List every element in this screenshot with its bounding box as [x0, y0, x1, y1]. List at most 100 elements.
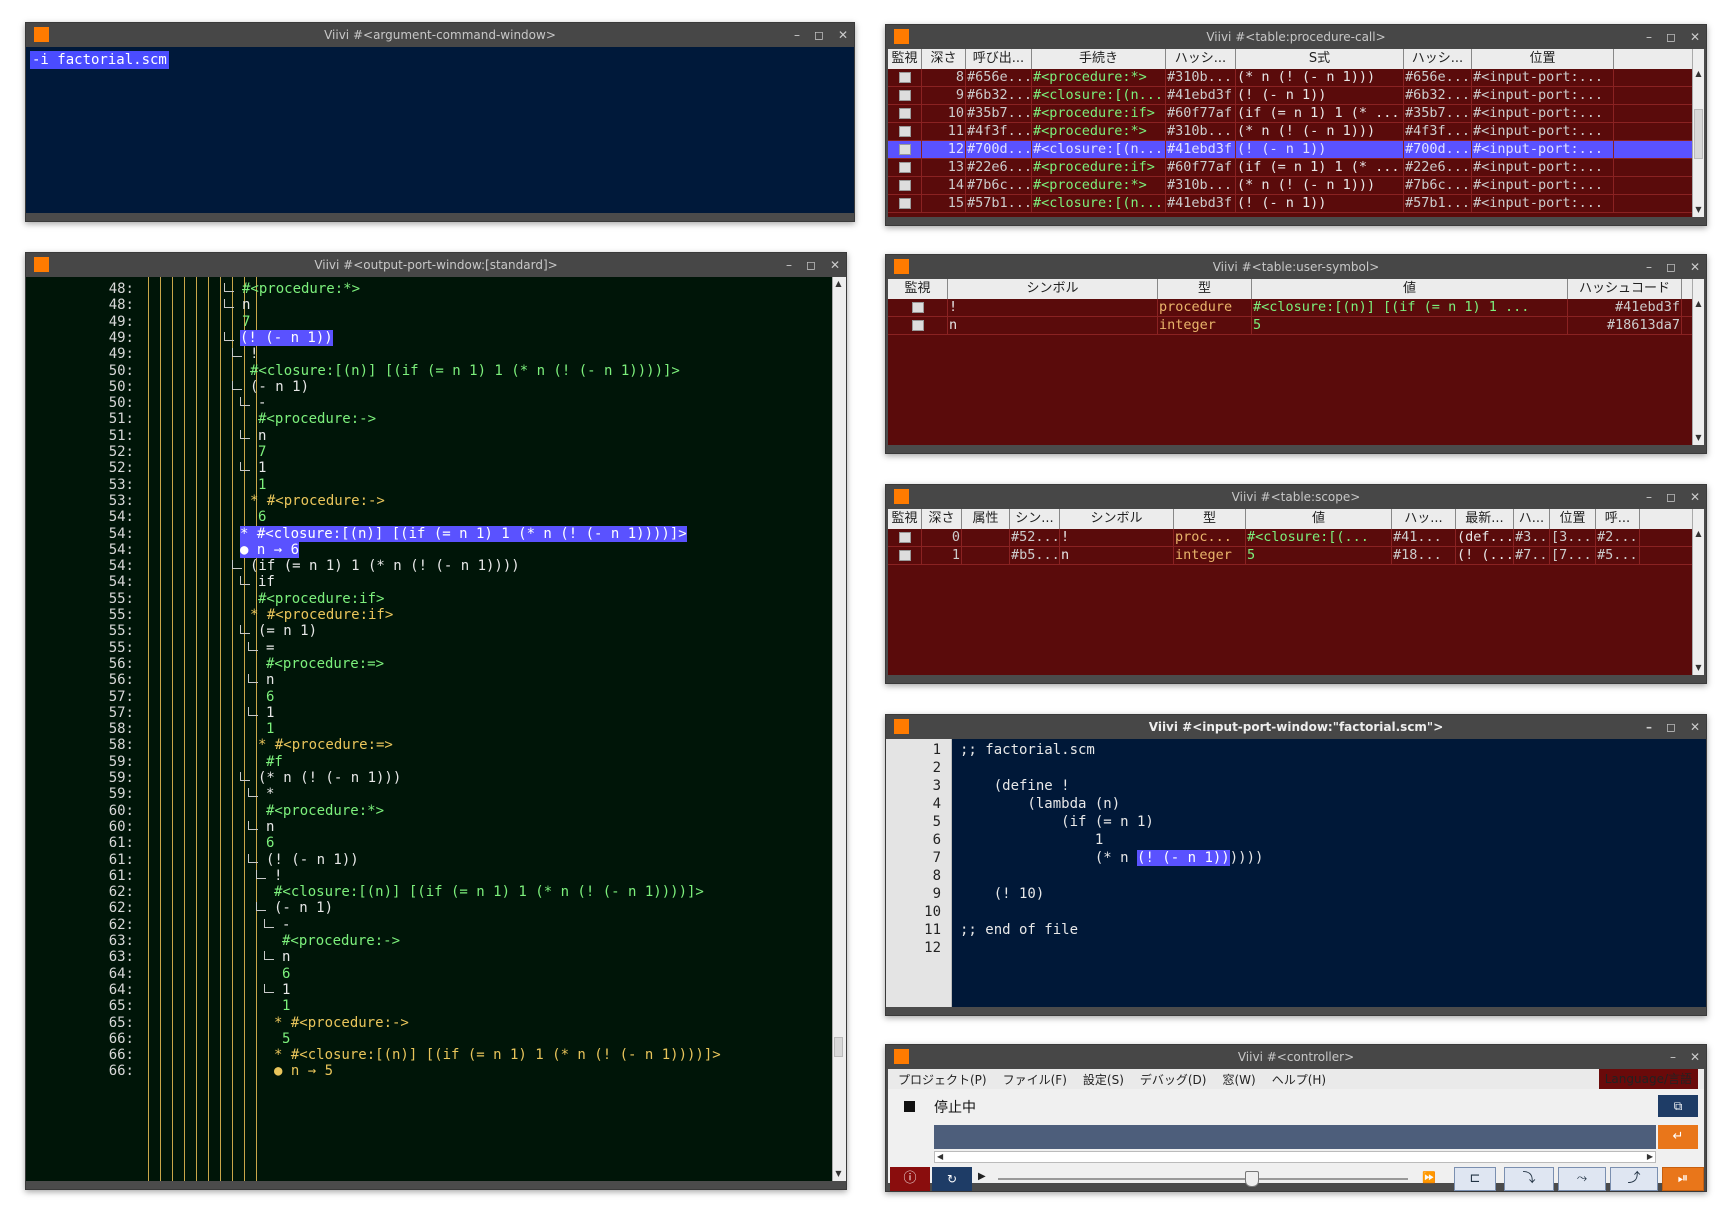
fast-forward-icon[interactable]: ⏩: [1422, 1171, 1436, 1184]
watch-checkbox[interactable]: [898, 126, 911, 137]
table-row[interactable]: 13 #22e6... #<procedure:if> #60f77af (if (= …: [888, 159, 1692, 177]
scroll-up-icon[interactable]: ▲: [1693, 69, 1704, 81]
scroll-down-icon[interactable]: ▼: [1693, 663, 1704, 675]
watch-checkbox[interactable]: [911, 302, 924, 313]
close-icon[interactable]: ✕: [1690, 715, 1700, 739]
title-bar[interactable]: Viivi #<input-port-window:"factorial.scm…: [886, 715, 1706, 739]
watch-cell[interactable]: [888, 123, 922, 140]
watch-checkbox[interactable]: [898, 90, 911, 101]
watch-checkbox[interactable]: [898, 180, 911, 191]
enter-button[interactable]: ↵: [1658, 1125, 1698, 1149]
menu-file[interactable]: ファイル(F): [1003, 1071, 1067, 1088]
table-row[interactable]: 12 #700d... #<closure:[(n... #41ebd3f (! (- …: [888, 141, 1692, 159]
watch-cell[interactable]: [888, 317, 948, 334]
menu-help[interactable]: ヘルプ(H): [1272, 1071, 1326, 1088]
watch-cell[interactable]: [888, 177, 922, 194]
table-row[interactable]: ! procedure #<closure:[(n)] [(if (= n 1) 1…: [888, 299, 1692, 317]
speed-slider[interactable]: [998, 1178, 1408, 1180]
title-bar[interactable]: Viivi #<argument-command-window> – ◻ ✕: [26, 23, 854, 47]
watch-cell[interactable]: [888, 195, 922, 212]
title-bar[interactable]: Viivi #<table:scope> – ◻ ✕: [886, 485, 1706, 509]
step-in-button[interactable]: ⤳: [1558, 1167, 1606, 1191]
column-header[interactable]: S式: [1236, 49, 1404, 69]
play-small-icon[interactable]: ▶: [978, 1171, 986, 1182]
table-row[interactable]: n integer 5 #18613da7: [888, 317, 1692, 335]
close-icon[interactable]: ✕: [1690, 485, 1700, 509]
watch-cell[interactable]: [888, 87, 922, 104]
column-header[interactable]: シンボル: [948, 279, 1158, 299]
close-icon[interactable]: ✕: [1690, 255, 1700, 279]
close-icon[interactable]: ✕: [838, 23, 848, 47]
scroll-thumb[interactable]: [834, 1037, 843, 1057]
title-bar[interactable]: Viivi #<output-port-window:[standard]> –…: [26, 253, 846, 277]
scroll-left-icon[interactable]: ◀: [937, 1152, 943, 1162]
minimize-icon[interactable]: –: [786, 253, 792, 277]
step-back-button[interactable]: ⊏: [1454, 1167, 1496, 1191]
menu-project[interactable]: プロジェクト(P): [898, 1071, 987, 1088]
horizontal-scrollbar[interactable]: ◀ ▶: [934, 1151, 1656, 1163]
menu-settings[interactable]: 設定(S): [1083, 1071, 1124, 1088]
scroll-thumb[interactable]: [1694, 109, 1703, 159]
source-editor[interactable]: 1 2 3 4 5 6 7 8 9 10 11 12 ;; factorial.scm (define…: [886, 739, 1706, 1007]
minimize-icon[interactable]: –: [1670, 1045, 1676, 1069]
table-row[interactable]: 8 #656e... #<procedure:*> #310b... (* n (! (…: [888, 69, 1692, 87]
watch-cell[interactable]: [888, 141, 922, 158]
scroll-down-icon[interactable]: ▼: [833, 1169, 844, 1181]
table-scrollbar[interactable]: ▲ ▼: [1692, 509, 1704, 675]
output-trace[interactable]: 48: #<procedure:*> 48: n 49: 7 49: (! (- n 1)) 4…: [26, 277, 832, 1181]
scroll-up-icon[interactable]: ▲: [833, 279, 844, 291]
language-button[interactable]: Language/言語: [1598, 1069, 1698, 1089]
output-scrollbar[interactable]: ▲ ▼: [832, 277, 846, 1181]
column-header[interactable]: ハッシ...: [1166, 49, 1236, 69]
column-header[interactable]: 呼...: [1596, 509, 1640, 529]
command-editor[interactable]: -i factorial.scm: [26, 47, 854, 213]
step-out-button[interactable]: ⤴: [1610, 1167, 1658, 1191]
column-header[interactable]: 属性: [962, 509, 1010, 529]
watch-checkbox[interactable]: [898, 108, 911, 119]
run-pause-button[interactable]: ⏯: [1662, 1167, 1704, 1191]
maximize-icon[interactable]: ◻: [806, 253, 816, 277]
table-row[interactable]: 15 #57b1... #<closure:[(n... #41ebd3f (! (- …: [888, 195, 1692, 213]
column-header[interactable]: ハッシ...: [1404, 49, 1472, 69]
scroll-right-icon[interactable]: ▶: [1647, 1152, 1653, 1162]
column-header[interactable]: 監視: [888, 279, 948, 299]
column-header[interactable]: 値: [1246, 509, 1392, 529]
menu-debug[interactable]: デバッグ(D): [1140, 1071, 1207, 1088]
column-header[interactable]: シンボル: [1060, 509, 1174, 529]
close-icon[interactable]: ✕: [830, 253, 840, 277]
scroll-up-icon[interactable]: ▲: [1693, 529, 1704, 541]
column-header[interactable]: 呼び出...: [966, 49, 1032, 69]
minimize-icon[interactable]: –: [1646, 255, 1652, 279]
column-header[interactable]: 値: [1252, 279, 1568, 299]
maximize-icon[interactable]: ◻: [1666, 485, 1676, 509]
maximize-icon[interactable]: ◻: [1666, 255, 1676, 279]
column-header[interactable]: 型: [1158, 279, 1252, 299]
title-bar[interactable]: Viivi #<controller> – ✕: [886, 1045, 1706, 1069]
watch-cell[interactable]: [888, 299, 948, 316]
copy-button[interactable]: ⧉: [1658, 1095, 1698, 1117]
column-header[interactable]: 位置: [1472, 49, 1614, 69]
table-row[interactable]: 11 #4f3f... #<procedure:*> #310b... (* n (! …: [888, 123, 1692, 141]
close-icon[interactable]: ✕: [1690, 1045, 1700, 1069]
table-row[interactable]: 1 #b5...ninteger5#18...(! (...#7...[7...#…: [888, 547, 1692, 565]
column-header[interactable]: ハッシュコード: [1568, 279, 1682, 299]
watch-cell[interactable]: [888, 547, 922, 564]
column-header[interactable]: 型: [1174, 509, 1246, 529]
column-header[interactable]: 監視: [888, 49, 922, 69]
watch-checkbox[interactable]: [898, 198, 911, 209]
column-header[interactable]: 位置: [1550, 509, 1596, 529]
scroll-down-icon[interactable]: ▼: [1693, 205, 1704, 217]
column-header[interactable]: 深さ: [922, 509, 962, 529]
watch-checkbox[interactable]: [898, 72, 911, 83]
table-row[interactable]: 9 #6b32... #<closure:[(n... #41ebd3f (! (- n…: [888, 87, 1692, 105]
scroll-down-icon[interactable]: ▼: [1693, 433, 1704, 445]
watch-checkbox[interactable]: [898, 162, 911, 173]
column-header[interactable]: 深さ: [922, 49, 966, 69]
column-header[interactable]: シン...: [1010, 509, 1060, 529]
watch-cell[interactable]: [888, 529, 922, 546]
slider-thumb[interactable]: [1245, 1171, 1260, 1187]
minimize-icon[interactable]: –: [794, 23, 800, 47]
close-icon[interactable]: ✕: [1690, 25, 1700, 49]
step-over-button[interactable]: ⤵: [1504, 1167, 1554, 1191]
command-input[interactable]: [934, 1125, 1656, 1149]
